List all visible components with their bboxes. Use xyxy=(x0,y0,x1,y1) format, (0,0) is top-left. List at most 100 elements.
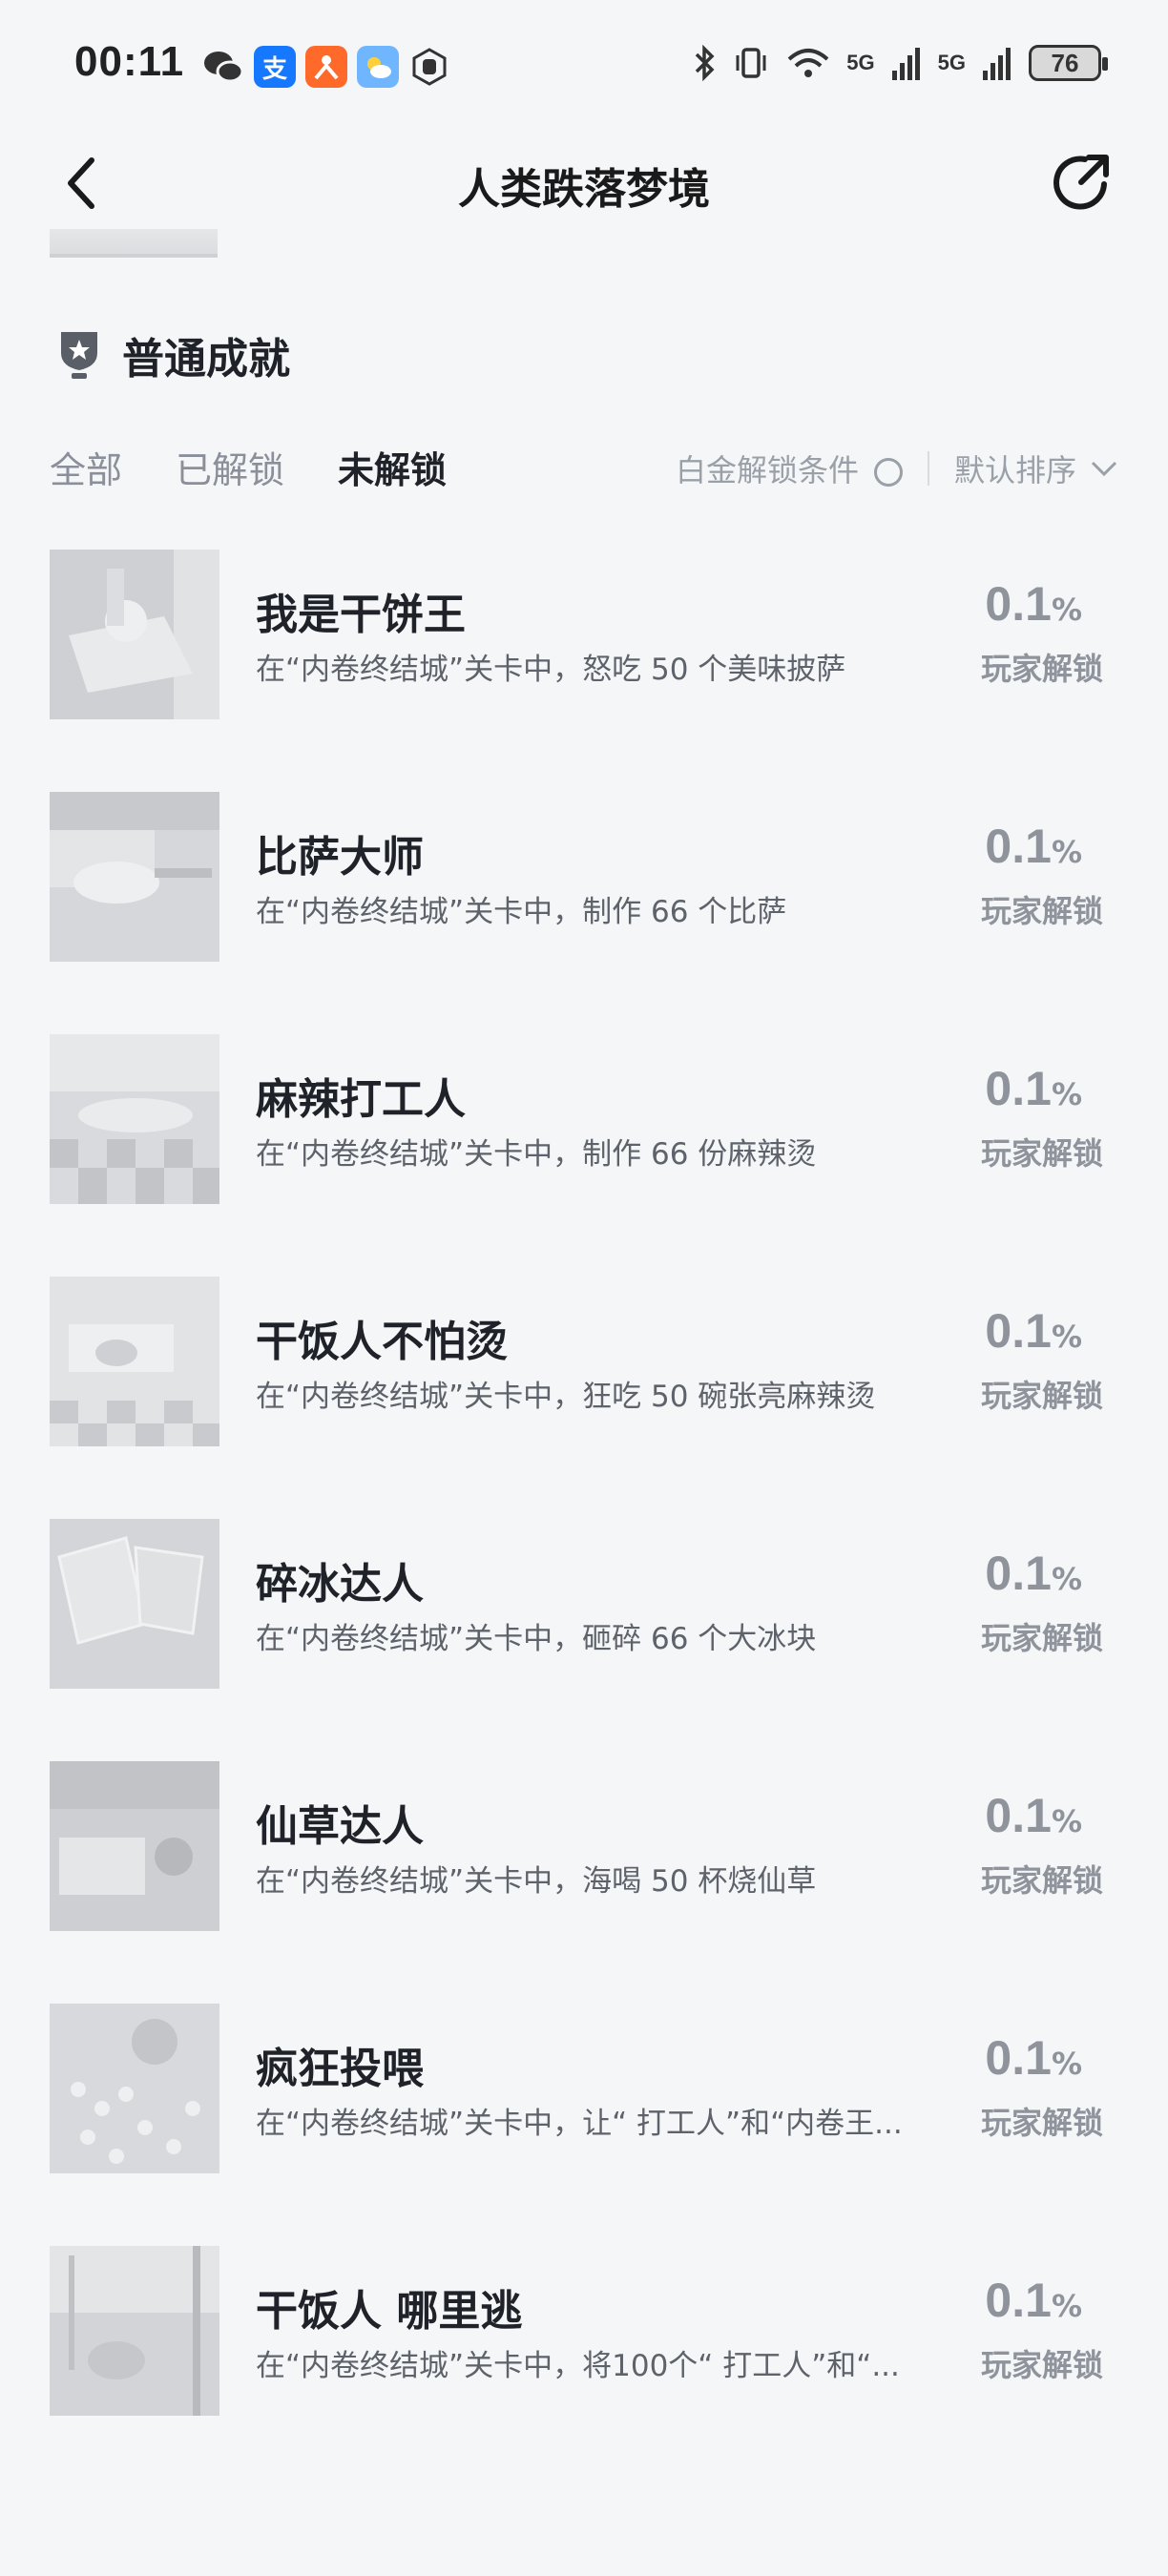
achievement-list: 我是干饼王 在“内卷终结城”关卡中，怒吃 50 个美味披萨 0.1% 玩家解锁 … xyxy=(0,550,1168,2488)
sort-label: 默认排序 xyxy=(953,452,1076,488)
achievement-item[interactable]: 干饭人不怕烫 在“内卷终结城”关卡中，狂吃 50 碗张亮麻辣烫 0.1% 玩家解… xyxy=(0,1277,1168,1519)
achievement-title: 比萨大师 xyxy=(256,833,424,882)
achievement-thumbnail xyxy=(50,1761,219,1931)
status-bar: 00:11 支 5G 5G 76 xyxy=(0,0,1168,134)
percentage-value: 0.1 xyxy=(985,577,1052,631)
unlock-percentage: 0.1% xyxy=(985,1061,1082,1116)
achievement-item[interactable]: 比萨大师 在“内卷终结城”关卡中，制作 66 个比萨 0.1% 玩家解锁 xyxy=(0,792,1168,1034)
percent-symbol: % xyxy=(1051,1803,1082,1839)
unlock-label: 玩家解锁 xyxy=(980,1135,1103,1172)
unlock-percentage: 0.1% xyxy=(985,1303,1082,1359)
percentage-value: 0.1 xyxy=(985,1304,1052,1358)
section-header: 普通成就 xyxy=(57,324,290,385)
achievement-thumbnail xyxy=(50,792,219,962)
achievement-item[interactable]: 仙草达人 在“内卷终结城”关卡中，海喝 50 杯烧仙草 0.1% 玩家解锁 xyxy=(0,1761,1168,2004)
achievement-thumbnail xyxy=(50,550,219,719)
battery-indicator: 76 xyxy=(1029,45,1108,81)
network-type-1: 5G xyxy=(846,51,875,74)
filter-bar: 白金解锁条件 默认排序 xyxy=(676,447,1118,490)
achievement-description: 在“内卷终结城”关卡中，让“ 打工人”和“内卷王... xyxy=(256,2107,903,2141)
percentage-value: 0.1 xyxy=(985,2274,1052,2327)
percentage-value: 0.1 xyxy=(985,1789,1052,1842)
unlock-label: 玩家解锁 xyxy=(980,651,1103,687)
unlock-percentage: 0.1% xyxy=(985,1546,1082,1601)
section-title: 普通成就 xyxy=(122,335,290,384)
filter-divider xyxy=(927,451,929,486)
achievement-item[interactable]: 碎冰达人 在“内卷终结城”关卡中，砸碎 66 个大冰块 0.1% 玩家解锁 xyxy=(0,1519,1168,1761)
share-button[interactable] xyxy=(1044,143,1120,219)
vibrate-icon xyxy=(736,48,766,78)
chevron-down-icon xyxy=(1091,461,1117,477)
previous-item-thumbnail xyxy=(50,229,218,258)
sort-dropdown[interactable]: 默认排序 xyxy=(954,447,1118,490)
alipay-icon: 支 xyxy=(254,46,296,88)
unlock-percentage: 0.1% xyxy=(985,2030,1082,2086)
percentage-value: 0.1 xyxy=(985,820,1052,873)
achievement-title: 仙草达人 xyxy=(256,1802,424,1851)
achievement-description: 在“内卷终结城”关卡中，海喝 50 杯烧仙草 xyxy=(256,1864,817,1899)
share-icon xyxy=(1053,155,1109,210)
signal-bars-icon-2 xyxy=(983,48,1011,80)
achievement-description: 在“内卷终结城”关卡中，狂吃 50 碗张亮麻辣烫 xyxy=(256,1380,876,1414)
radio-icon xyxy=(873,458,903,487)
tab-locked[interactable]: 未解锁 xyxy=(338,441,447,493)
platinum-filter-label: 白金解锁条件 xyxy=(675,452,859,488)
unlock-label: 玩家解锁 xyxy=(980,2105,1103,2141)
percent-symbol: % xyxy=(1051,2288,1082,2324)
platinum-filter-toggle[interactable]: 白金解锁条件 xyxy=(676,447,903,490)
achievement-item[interactable]: 麻辣打工人 在“内卷终结城”关卡中，制作 66 份麻辣烫 0.1% 玩家解锁 xyxy=(0,1034,1168,1277)
unlock-label: 玩家解锁 xyxy=(980,893,1103,929)
network-type-2: 5G xyxy=(937,51,966,74)
achievement-title: 疯狂投喂 xyxy=(256,2045,424,2093)
tab-all[interactable]: 全部 xyxy=(50,441,122,493)
percentage-value: 0.1 xyxy=(985,1062,1052,1115)
achievement-thumbnail xyxy=(50,2004,219,2173)
weather-icon xyxy=(357,46,399,88)
achievement-title: 我是干饼王 xyxy=(256,591,466,639)
system-indicators: 5G 5G 76 xyxy=(692,44,1108,82)
percent-symbol: % xyxy=(1051,2046,1082,2082)
achievement-tabs: 全部 已解锁 未解锁 xyxy=(50,441,447,493)
unlock-label: 玩家解锁 xyxy=(980,1620,1103,1656)
unlock-percentage: 0.1% xyxy=(985,819,1082,874)
percentage-value: 0.1 xyxy=(985,1547,1052,1600)
percent-symbol: % xyxy=(1051,834,1082,870)
tab-unlocked[interactable]: 已解锁 xyxy=(176,441,284,493)
unlock-percentage: 0.1% xyxy=(985,1788,1082,1843)
signal-bars-icon xyxy=(891,48,920,80)
achievement-thumbnail xyxy=(50,1034,219,1204)
bluetooth-icon xyxy=(696,44,715,82)
achievement-description: 在“内卷终结城”关卡中，将100个“ 打工人”和“... xyxy=(256,2349,900,2383)
taobao-person-icon xyxy=(305,46,347,88)
unlock-percentage: 0.1% xyxy=(985,576,1082,632)
wechat-icon xyxy=(202,46,244,88)
wifi-icon xyxy=(787,49,829,77)
percentage-value: 0.1 xyxy=(985,2031,1052,2085)
percent-symbol: % xyxy=(1051,1319,1082,1355)
achievement-thumbnail xyxy=(50,1277,219,1446)
hand-hexagon-icon xyxy=(408,46,450,88)
percent-symbol: % xyxy=(1051,1561,1082,1597)
unlock-percentage: 0.1% xyxy=(985,2273,1082,2328)
achievement-title: 干饭人 哪里逃 xyxy=(256,2287,523,2336)
unlock-label: 玩家解锁 xyxy=(980,1378,1103,1414)
page-title: 人类跌落梦境 xyxy=(458,165,710,214)
achievement-item[interactable]: 我是干饼王 在“内卷终结城”关卡中，怒吃 50 个美味披萨 0.1% 玩家解锁 xyxy=(0,550,1168,792)
achievement-item[interactable]: 干饭人 哪里逃 在“内卷终结城”关卡中，将100个“ 打工人”和“... 0.1… xyxy=(0,2246,1168,2488)
achievement-description: 在“内卷终结城”关卡中，制作 66 份麻辣烫 xyxy=(256,1137,817,1172)
unlock-label: 玩家解锁 xyxy=(980,1862,1103,1899)
percent-symbol: % xyxy=(1051,592,1082,628)
achievement-title: 干饭人不怕烫 xyxy=(256,1318,508,1366)
trophy-shield-icon xyxy=(61,332,97,379)
achievement-description: 在“内卷终结城”关卡中，砸碎 66 个大冰块 xyxy=(256,1622,817,1656)
achievement-title: 碎冰达人 xyxy=(256,1560,424,1609)
achievement-thumbnail xyxy=(50,1519,219,1689)
notification-icons: 支 xyxy=(202,46,450,88)
achievement-title: 麻辣打工人 xyxy=(256,1075,466,1124)
achievement-thumbnail xyxy=(50,2246,219,2416)
percent-symbol: % xyxy=(1051,1076,1082,1112)
status-time: 00:11 xyxy=(74,38,185,85)
achievement-description: 在“内卷终结城”关卡中，制作 66 个比萨 xyxy=(256,895,787,929)
achievement-description: 在“内卷终结城”关卡中，怒吃 50 个美味披萨 xyxy=(256,653,846,687)
achievement-item[interactable]: 疯狂投喂 在“内卷终结城”关卡中，让“ 打工人”和“内卷王... 0.1% 玩家… xyxy=(0,2004,1168,2246)
